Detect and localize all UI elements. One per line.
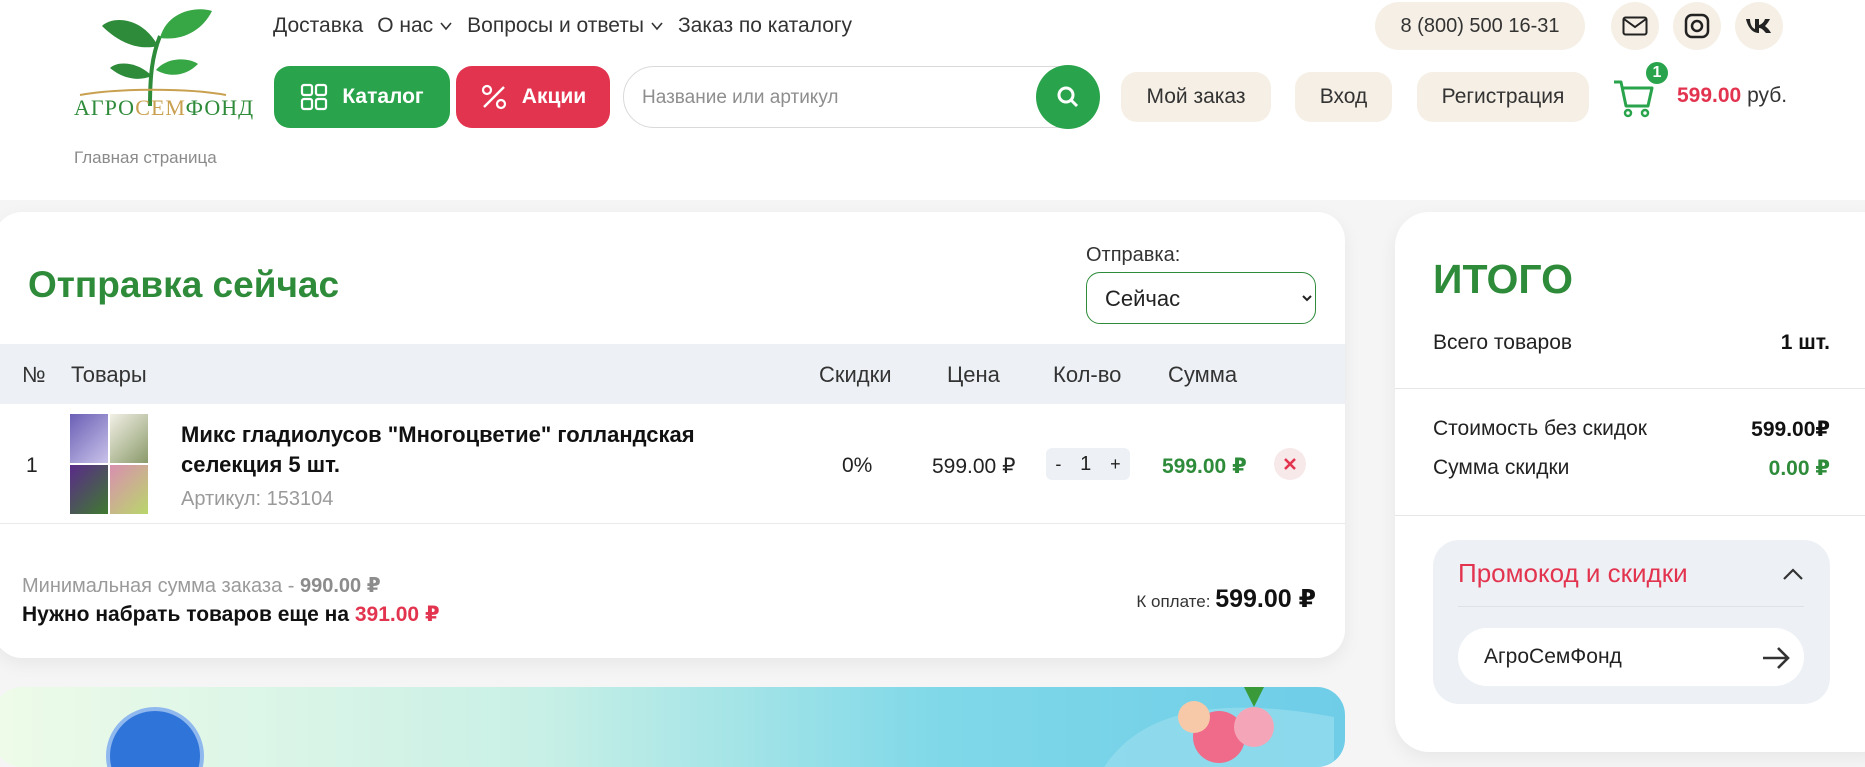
- mail-icon: [1622, 16, 1648, 36]
- chevron-up-icon[interactable]: [1780, 562, 1806, 588]
- need-more-text: Нужно набрать товаров еще на 391.00 ₽: [22, 603, 440, 626]
- summary-title: ИТОГО: [1433, 256, 1573, 302]
- total-items-label: Всего товаров: [1433, 331, 1573, 354]
- qty-increase-button[interactable]: +: [1110, 454, 1121, 475]
- arrow-right-icon[interactable]: [1760, 642, 1792, 674]
- grid-icon: [301, 83, 328, 111]
- chevron-down-icon: [651, 22, 663, 31]
- chevron-down-icon: [440, 22, 452, 31]
- col-discounts: Скидки: [819, 362, 892, 387]
- register-button[interactable]: Регистрация: [1417, 72, 1589, 122]
- sale-button-label: Акции: [521, 85, 587, 108]
- shipping-label: Отправка:: [1086, 244, 1181, 266]
- summary-divider: [1395, 388, 1865, 389]
- close-icon: [1284, 458, 1296, 470]
- item-price: 599.00 ₽: [932, 455, 1016, 478]
- messenger-button[interactable]: [1673, 2, 1721, 50]
- percent-icon: [481, 84, 506, 110]
- catalog-button-label: Каталог: [342, 85, 424, 108]
- col-price: Цена: [947, 362, 1000, 387]
- vk-icon: [1746, 19, 1771, 33]
- col-sum: Сумма: [1168, 362, 1238, 387]
- col-qty: Кол-во: [1053, 362, 1122, 387]
- remove-item-button[interactable]: [1274, 448, 1306, 480]
- item-sum: 599.00 ₽: [1162, 455, 1247, 478]
- search-button[interactable]: [1036, 65, 1100, 129]
- item-discount: 0%: [842, 454, 873, 477]
- email-button[interactable]: [1611, 2, 1659, 50]
- search-box: [623, 65, 1100, 129]
- nav-item-delivery[interactable]: Доставка: [273, 14, 363, 38]
- promo-code-input[interactable]: [1482, 640, 1742, 674]
- nav-item-catalog-order[interactable]: Заказ по каталогу: [678, 14, 852, 38]
- to-pay-total: К оплате: 599.00 ₽: [1136, 585, 1316, 613]
- summary-divider: [1395, 515, 1865, 516]
- breadcrumb-home-link[interactable]: Главная страница: [74, 148, 217, 168]
- qty-value[interactable]: 1: [1080, 453, 1091, 476]
- shipping-select[interactable]: Сейчас: [1086, 272, 1316, 324]
- vk-button[interactable]: [1735, 2, 1783, 50]
- row-number: 1: [26, 454, 38, 477]
- product-name-link[interactable]: Микс гладиолусов "Многоцветие" голландск…: [181, 420, 741, 480]
- cart-count-badge: 1: [1644, 60, 1670, 86]
- discount-sum-label: Сумма скидки: [1433, 456, 1570, 479]
- nav-item-faq[interactable]: Вопросы и ответы: [467, 14, 664, 38]
- search-input[interactable]: [640, 81, 1020, 115]
- logo-wordmark[interactable]: АГРОСЕМФОНД: [74, 95, 254, 121]
- promo-divider: [1458, 606, 1804, 607]
- login-button[interactable]: Вход: [1295, 72, 1392, 122]
- min-order-sum: Минимальная сумма заказа - 990.00 ₽: [22, 575, 381, 597]
- sale-button[interactable]: Акции: [456, 66, 610, 128]
- page-title: Отправка сейчас: [28, 264, 340, 305]
- promo-banner[interactable]: [0, 687, 1345, 767]
- promo-toggle[interactable]: Промокод и скидки: [1458, 558, 1688, 589]
- quantity-stepper: - 1 +: [1046, 448, 1130, 480]
- search-icon: [1057, 86, 1079, 108]
- chat-icon: [1684, 13, 1710, 39]
- flowers-image: [1104, 687, 1334, 767]
- phone-button[interactable]: 8 (800) 500 16-31: [1375, 2, 1585, 50]
- cart-total[interactable]: 599.00 руб.: [1677, 84, 1787, 108]
- banner-badge: [106, 707, 204, 767]
- nav-item-about[interactable]: О нас: [377, 14, 453, 38]
- table-header: № Товары Скидки Цена Кол-во Сумма: [0, 344, 1345, 404]
- my-order-button[interactable]: Мой заказ: [1121, 72, 1271, 122]
- cost-without-discount-value: 599.00₽: [1751, 418, 1830, 441]
- total-items-value: 1 шт.: [1780, 331, 1830, 354]
- discount-sum-value: 0.00 ₽: [1768, 457, 1830, 480]
- promo-field: [1458, 628, 1804, 686]
- catalog-button[interactable]: Каталог: [274, 66, 450, 128]
- qty-decrease-button[interactable]: -: [1055, 454, 1061, 475]
- table-row: 1 Микс гладиолусов "Многоцветие" голланд…: [0, 404, 1345, 524]
- col-num: №: [22, 362, 46, 387]
- top-navigation: Доставка О нас Вопросы и ответы Заказ по…: [273, 12, 852, 40]
- col-goods: Товары: [71, 362, 147, 387]
- cost-without-discount-label: Стоимость без скидок: [1433, 417, 1647, 440]
- product-sku: Артикул: 153104: [181, 488, 334, 510]
- product-image[interactable]: [70, 414, 148, 514]
